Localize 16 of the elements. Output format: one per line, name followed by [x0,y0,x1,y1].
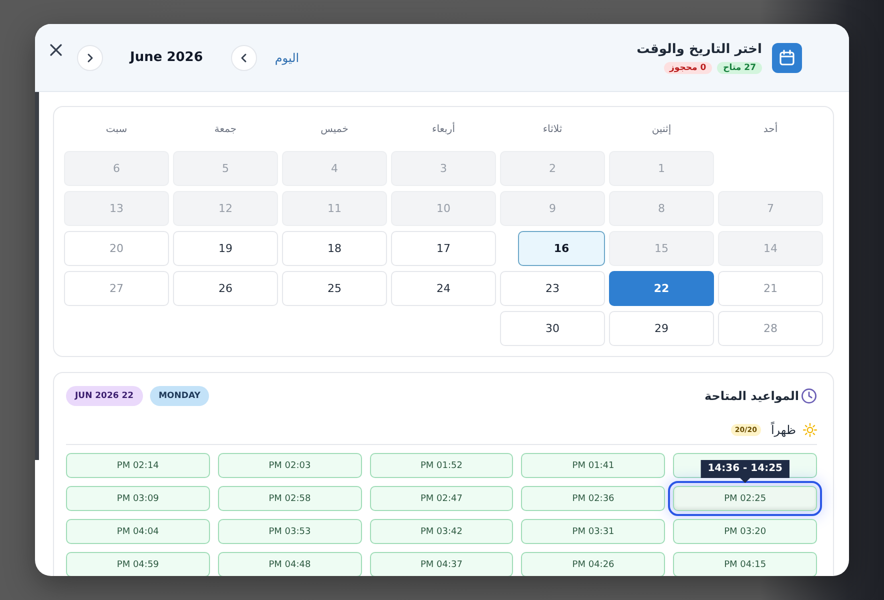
booked-count-badge: 0 محجوز [664,62,712,74]
section-title: المواعيد المتاحة [704,389,799,403]
weekday-label: أربعاء [432,124,455,134]
weekday-tag: MONDAY [150,386,210,406]
weekday-label: خميس [320,124,348,134]
period-label: ظهراً [770,423,796,437]
dialog-title: اختر التاريخ والوقت [636,42,762,56]
weekday-label: إثنين [652,124,672,134]
weekday-label: ثلاثاء [542,124,562,134]
date-tag: JUN 2026 22 [66,386,143,406]
time-range-tooltip: 14:36 - 14:25 [700,460,790,483]
weekday-label: أحد [763,124,778,134]
month-label: June 2026 [130,50,203,65]
weekday-label: جمعة [214,124,237,134]
available-count-badge: 27 متاح [717,62,762,74]
weekday-label: سبت [106,124,128,134]
